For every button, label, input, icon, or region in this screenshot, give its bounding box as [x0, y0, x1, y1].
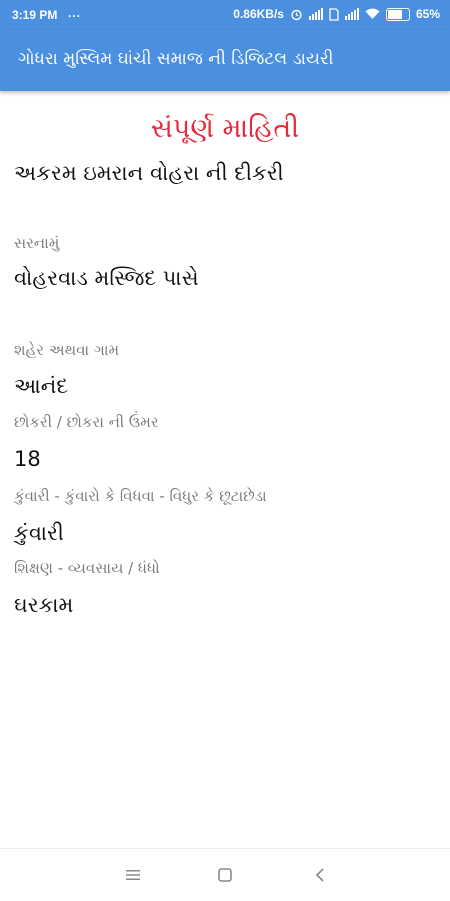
status-overflow-dots: ... — [68, 6, 82, 20]
age-value: 18 — [14, 447, 41, 471]
sim-icon — [329, 7, 339, 21]
address-label: સરનામું — [14, 234, 60, 252]
city-value: આનંદ — [14, 374, 69, 398]
menu-icon[interactable] — [121, 864, 145, 886]
back-chevron-icon[interactable] — [308, 864, 332, 886]
city-label: શહેર અથવા ગામ — [14, 341, 120, 359]
network-speed: 0.86KB/s — [233, 7, 284, 21]
status-bar: 3:19 PM ... 0.86KB/s 65% — [0, 0, 450, 30]
home-square-icon[interactable] — [213, 864, 237, 886]
signal-icon-1 — [308, 8, 323, 20]
app-bar: ગોધરા મુસ્લિમ ઘાંચી સમાજ ની ડિજિટલ ડાયરી — [0, 30, 450, 91]
person-name: અકરમ ઇમરાન વોહરા ની દીકરી — [14, 161, 284, 185]
alarm-icon — [291, 9, 302, 20]
occupation-value: ઘરકામ — [14, 593, 74, 617]
battery-percent: 65% — [415, 7, 440, 21]
status-time: 3:19 PM — [12, 8, 58, 22]
system-nav-bar — [0, 848, 450, 901]
app-title: ગોધરા મુસ્લિમ ઘાંચી સમાજ ની ડિજિટલ ડાયરી — [18, 49, 334, 69]
status-icons: 0.86KB/s 65% — [233, 7, 440, 21]
signal-icon-2 — [344, 8, 359, 20]
occupation-label: શિક્ષણ - વ્યવસાય / ધંધો — [14, 559, 160, 577]
marital-status-value: કુંવારી — [14, 521, 64, 545]
details-heading: સંપૂર્ણ માહિતી — [150, 113, 300, 144]
wifi-icon — [365, 8, 380, 19]
marital-status-label: કુંવારી - કુંવારો કે વિધવા - વિધુર કે છૂ… — [14, 487, 267, 505]
address-value: વોહરવાડ મસ્જિદ પાસે — [14, 266, 199, 290]
battery-icon — [385, 7, 410, 21]
age-label: છોકરી / છોકરા ની ઉંમર — [14, 413, 159, 431]
